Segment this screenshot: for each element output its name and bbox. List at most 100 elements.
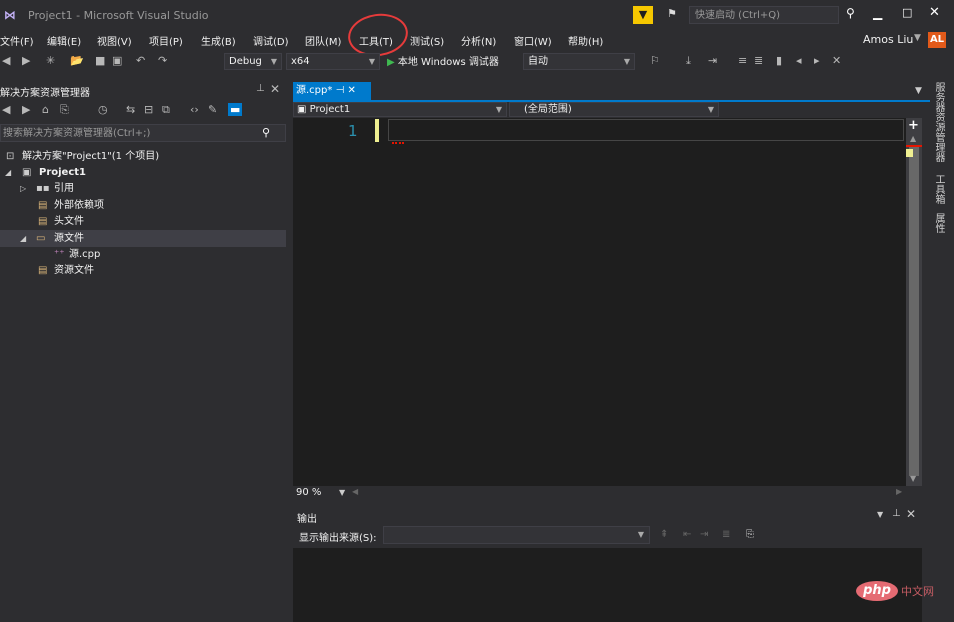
split-icon[interactable]: + — [908, 118, 919, 133]
view-code-icon[interactable]: ‹› — [190, 103, 199, 116]
menu-project[interactable]: 项目(P) — [149, 33, 183, 48]
home-icon[interactable]: ⌂ — [42, 103, 49, 116]
scrollbar-thumb[interactable] — [909, 146, 919, 476]
menu-debug[interactable]: 调试(D) — [253, 33, 289, 48]
menu-help[interactable]: 帮助(H) — [568, 33, 603, 48]
tree-item-references[interactable]: ▷ ▪▪ 引用 — [0, 180, 286, 197]
bookmark-prev-icon[interactable]: ◂ — [796, 54, 802, 67]
dock-tab-properties[interactable]: 属性 — [933, 213, 946, 233]
menu-window[interactable]: 窗口(W) — [514, 33, 552, 48]
output-source-label: 显示输出来源(S): — [299, 533, 377, 544]
clear-all-icon[interactable]: ≣ — [722, 529, 730, 540]
menu-build[interactable]: 生成(B) — [201, 33, 236, 48]
menu-test[interactable]: 测试(S) — [410, 33, 444, 48]
collapse-all-icon[interactable]: ⊟ — [144, 103, 153, 116]
find-message-icon[interactable]: ⇞ — [660, 529, 668, 540]
step-icon[interactable]: ⤓ — [686, 54, 691, 68]
maximize-button[interactable]: □ — [902, 6, 912, 19]
solution-search-input[interactable]: 搜索解决方案资源管理器(Ctrl+;) — [0, 124, 286, 142]
output-source-select[interactable]: ▼ — [383, 526, 650, 544]
menu-file[interactable]: 文件(F) — [0, 33, 34, 48]
bookmark-next-icon[interactable]: ▸ — [814, 54, 820, 67]
code-editor[interactable] — [293, 118, 906, 486]
expand-arrow-icon[interactable]: ◢ — [20, 230, 26, 247]
dock-tab-server-explorer[interactable]: 服务器资源管理器 — [933, 82, 946, 162]
bookmark-toggle-icon[interactable]: ▮ — [776, 54, 782, 67]
quick-launch-input[interactable]: 快速启动 (Ctrl+Q) — [689, 6, 839, 24]
close-icon[interactable]: ✕ — [906, 507, 916, 521]
project-icon: ▣ — [297, 104, 310, 115]
back-icon[interactable]: ◀ — [2, 103, 10, 116]
minimize-button[interactable]: ▁ — [873, 6, 882, 20]
tab-source-cpp[interactable]: 源.cpp* ⊣ ✕ — [293, 82, 371, 100]
tree-item-header-files[interactable]: ▤ 头文件 — [0, 213, 286, 230]
previous-message-icon[interactable]: ⇤ — [683, 529, 691, 540]
run-mode-select[interactable]: 自动 ▼ — [523, 53, 635, 70]
avatar[interactable]: AL — [928, 32, 946, 48]
config-select[interactable]: Debug ▼ — [224, 53, 282, 70]
menu-view[interactable]: 视图(V) — [97, 33, 132, 48]
next-message-icon[interactable]: ⇥ — [700, 529, 708, 540]
expand-arrow-icon[interactable]: ◢ — [5, 164, 11, 181]
chevron-down-icon[interactable]: ▼ — [914, 33, 921, 43]
save-icon[interactable]: ■ — [95, 54, 105, 67]
menu-edit[interactable]: 编辑(E) — [47, 33, 81, 48]
properties-wrench-icon[interactable]: ✎ — [208, 103, 217, 116]
new-project-icon[interactable]: ✳ — [46, 54, 55, 67]
undo-icon[interactable]: ↶ — [136, 54, 145, 67]
zoom-level[interactable]: 90 % — [296, 487, 321, 498]
collapse-arrow-icon[interactable]: ▷ — [20, 180, 26, 197]
search-icon[interactable]: ⚲ — [262, 126, 270, 139]
pin-icon[interactable]: ⊥ — [892, 508, 901, 519]
chevron-down-icon[interactable]: ▼ — [339, 488, 345, 497]
tree-item-project[interactable]: ◢ ▣ Project1 — [0, 164, 286, 181]
chevron-down-icon[interactable]: ▼ — [877, 510, 883, 519]
scroll-down-icon[interactable]: ▼ — [910, 474, 916, 483]
sync-icon[interactable]: ⇆ — [126, 103, 135, 116]
pending-changes-icon[interactable]: ◷ — [98, 103, 108, 116]
forward-icon[interactable]: ▶ — [22, 103, 30, 116]
close-button[interactable]: ✕ — [929, 5, 940, 20]
project-scope-select[interactable]: ▣ Project1 ▼ — [293, 102, 507, 117]
scroll-up-icon[interactable]: ▲ — [910, 134, 916, 143]
open-file-icon[interactable]: 📂 — [70, 54, 84, 67]
close-icon[interactable]: ✕ — [270, 82, 280, 96]
menu-team[interactable]: 团队(M) — [305, 33, 341, 48]
pin-icon[interactable]: ⊥ — [256, 83, 265, 94]
source-folder-icon: ▭ — [36, 233, 46, 244]
output-pane[interactable] — [293, 548, 922, 622]
notification-flag-icon[interactable]: ⚑ — [667, 7, 677, 20]
close-icon[interactable]: ✕ — [347, 85, 355, 96]
run-debugger-button[interactable]: ▶ 本地 Windows 调试器 — [387, 53, 499, 68]
show-all-files-icon[interactable]: ⧉ — [162, 103, 170, 117]
member-scope-select[interactable]: (全局范围) ▼ — [509, 102, 719, 117]
tree-item-solution[interactable]: ⊡ 解决方案"Project1"(1 个项目) — [0, 148, 286, 165]
uncomment-icon[interactable]: ≣ — [754, 54, 763, 67]
user-name[interactable]: Amos Liu — [863, 33, 913, 46]
back-icon[interactable]: ◀ — [2, 54, 10, 67]
redo-icon[interactable]: ↷ — [158, 54, 167, 67]
word-wrap-icon[interactable]: ⎘ — [746, 529, 754, 540]
save-all-icon[interactable]: ▣ — [112, 54, 122, 67]
bookmark-clear-icon[interactable]: ✕ — [832, 54, 841, 67]
comment-icon[interactable]: ≡ — [738, 54, 747, 67]
dock-tab-toolbox[interactable]: 工具箱 — [933, 174, 946, 204]
indent-icon[interactable]: ⇥ — [708, 54, 717, 67]
tree-item-external-deps[interactable]: ▤ 外部依赖项 — [0, 197, 286, 214]
chevron-down-icon[interactable]: ▼ — [915, 86, 922, 96]
menu-analyze[interactable]: 分析(N) — [461, 33, 496, 48]
tree-item-resource-files[interactable]: ▤ 资源文件 — [0, 262, 286, 279]
forward-icon[interactable]: ▶ — [22, 54, 30, 67]
pin-icon[interactable]: ⊣ — [336, 85, 345, 96]
scroll-left-icon[interactable]: ◀ — [352, 487, 358, 496]
search-icon[interactable]: ⚲ — [846, 6, 855, 20]
filter-icon[interactable]: ▼ — [633, 6, 653, 24]
scroll-right-icon[interactable]: ▶ — [896, 487, 902, 496]
switch-views-icon[interactable]: ⎘ — [60, 103, 69, 117]
bookmark-icon[interactable]: ⚐ — [650, 54, 660, 67]
tree-item-source-files[interactable]: ◢ ▭ 源文件 — [0, 230, 286, 247]
chevron-down-icon: ▼ — [270, 57, 277, 66]
tree-item-cpp-file[interactable]: ⁺⁺ 源.cpp — [0, 246, 286, 263]
platform-select[interactable]: x64 ▼ — [286, 53, 380, 70]
preview-selected-icon[interactable]: ▬ — [228, 103, 243, 116]
